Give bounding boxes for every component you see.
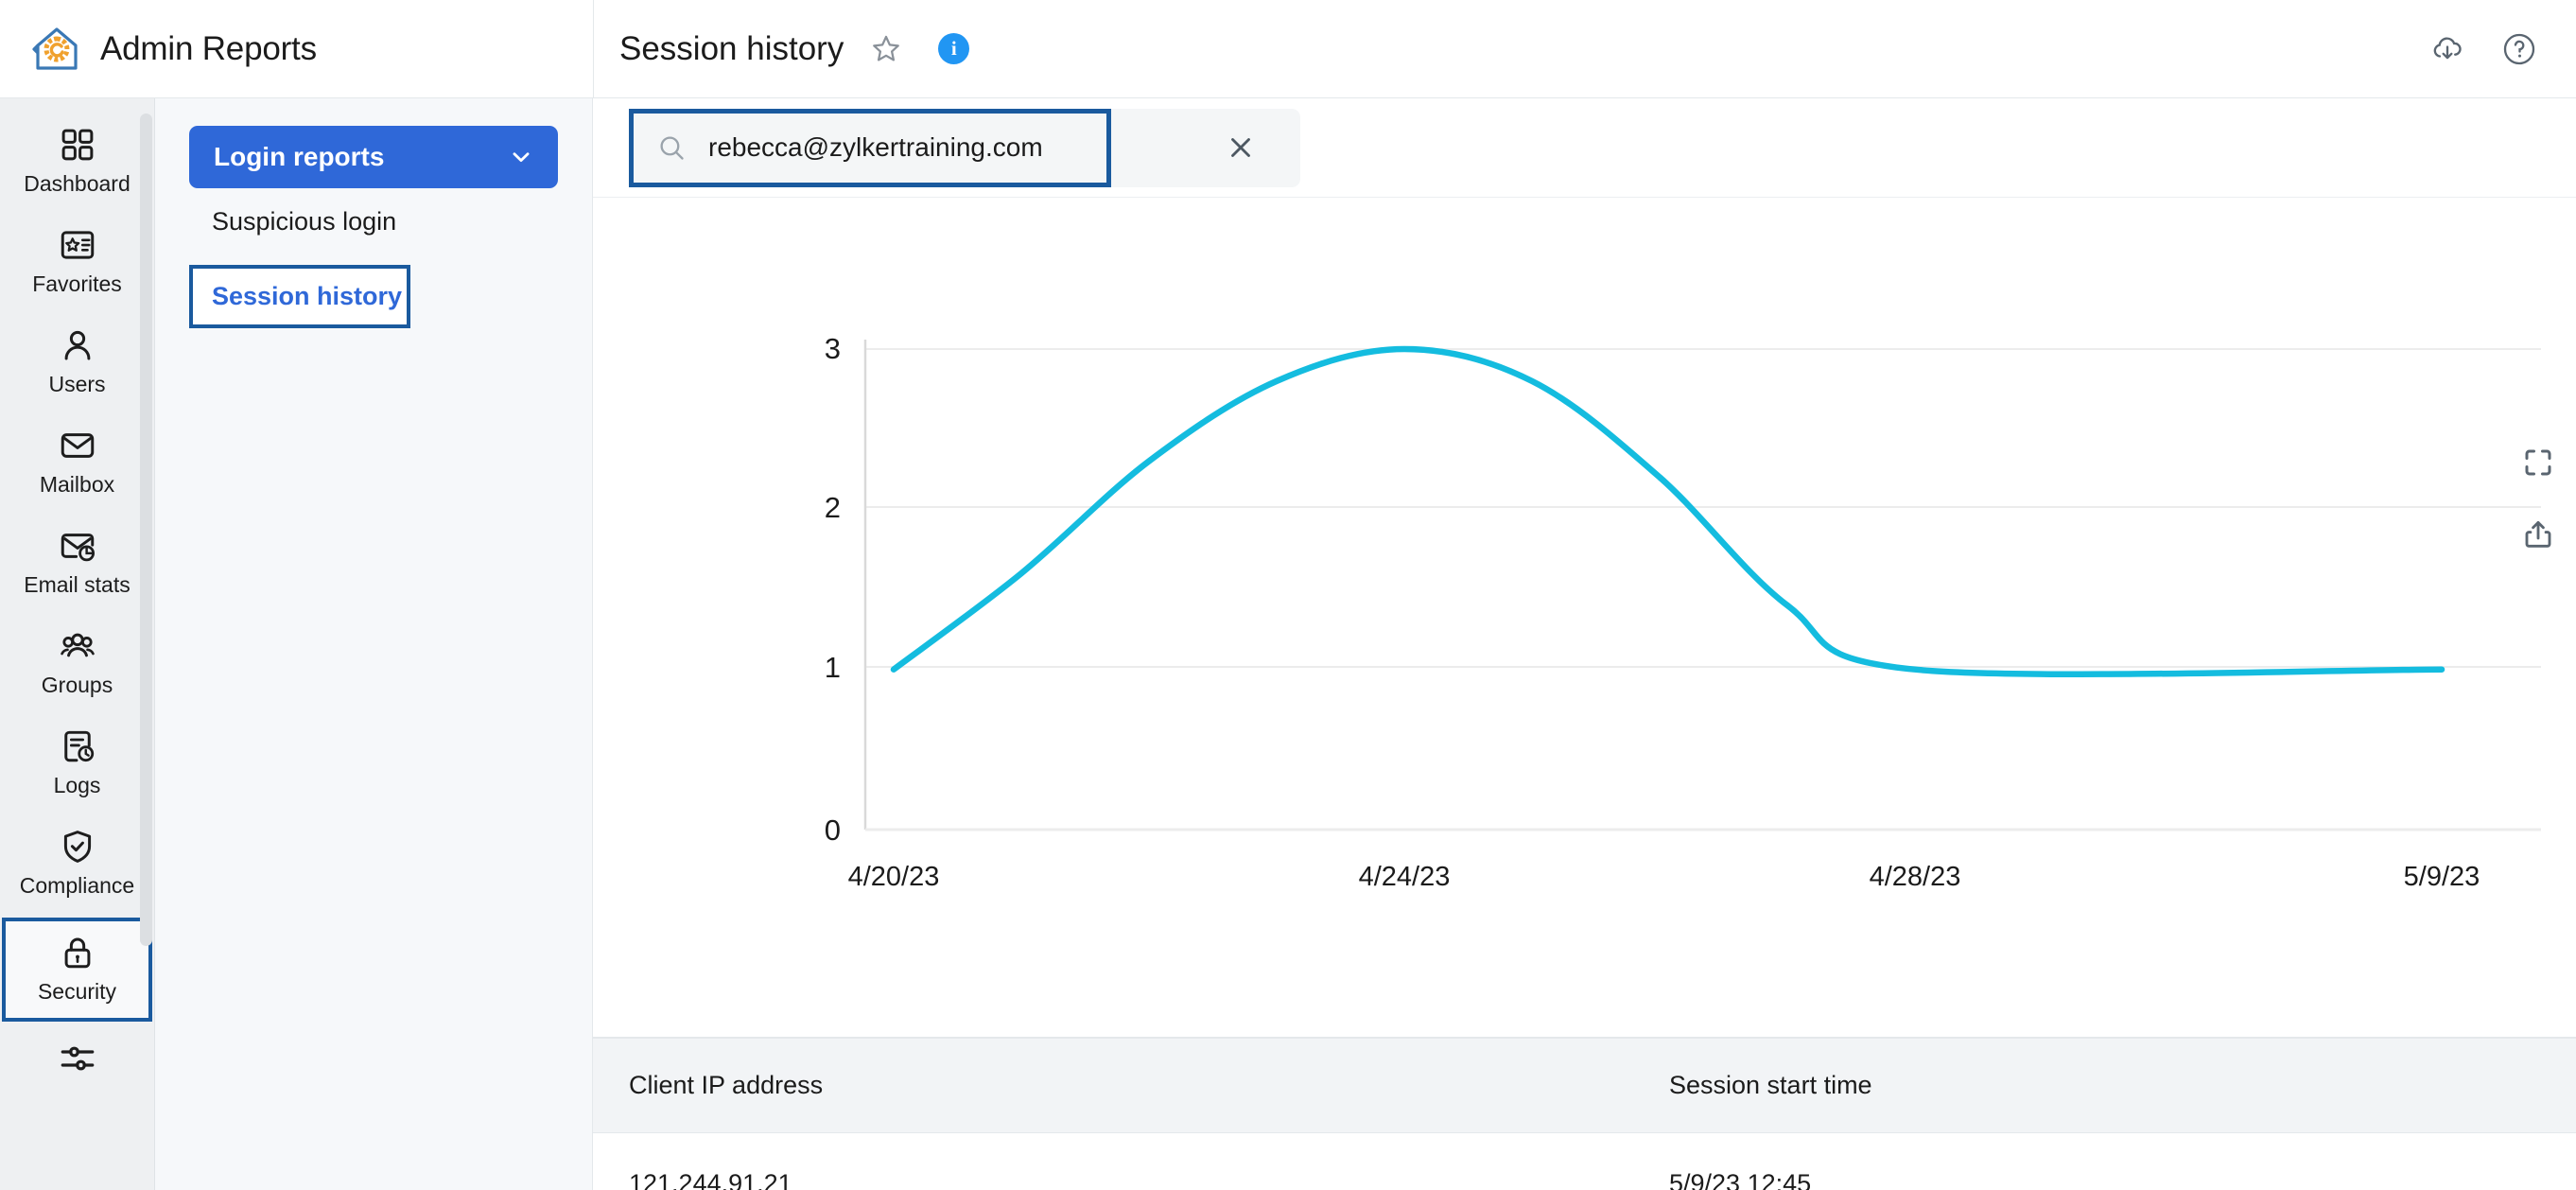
shield-check-icon [58, 827, 97, 866]
star-icon[interactable] [870, 33, 902, 65]
column-header-session-start: Session start time [1633, 1038, 2576, 1133]
login-reports-dropdown[interactable]: Login reports [189, 126, 558, 188]
page-title: Session history [619, 29, 844, 67]
column-header-client-ip: Client IP address [593, 1038, 1633, 1133]
sidebar-item-label: Mailbox [39, 472, 115, 497]
sessions-table: Client IP address Session start time 121… [593, 1038, 2576, 1190]
sidebar-item-favorites[interactable]: Favorites [0, 212, 154, 312]
sidebar-item-logs[interactable]: Logs [0, 713, 154, 814]
sidebar-item-label: Compliance [19, 873, 135, 898]
secondary-nav: Login reports Suspicious login Session h… [155, 98, 593, 1190]
sidebar-item-label: Users [48, 372, 106, 396]
main-content: rebecca@zylkertraining.com 3 2 1 0 4/20/… [593, 98, 2576, 1190]
dropdown-label: Login reports [214, 142, 385, 171]
sidebar-item-users[interactable]: Users [0, 312, 154, 412]
sidebar-item-label: Logs [53, 773, 101, 797]
sidebar-item-label: Groups [41, 673, 113, 697]
search-icon [656, 132, 688, 164]
chevron-down-icon [509, 145, 533, 169]
sidebar-item-label: Security [37, 979, 117, 1004]
sliders-icon [58, 1039, 97, 1078]
grid-icon [58, 125, 97, 165]
left-rail: Dashboard Favorites Users Mailbox Email … [0, 98, 155, 1190]
table-row[interactable]: 121.244.91.21 5/9/23 12:45 [593, 1132, 2576, 1190]
cell-client-ip: 121.244.91.21 [593, 1132, 1633, 1190]
left-rail-items: Dashboard Favorites Users Mailbox Email … [0, 98, 154, 1100]
y-tick-label: 1 [825, 651, 841, 684]
info-icon[interactable]: i [938, 33, 970, 64]
sidebar-item-dashboard[interactable]: Dashboard [0, 112, 154, 212]
y-tick-label: 0 [825, 814, 841, 847]
cell-session-start: 5/9/23 12:45 [1633, 1132, 2576, 1190]
subnav-item-label: Session history [212, 282, 403, 310]
envelope-chart-icon [58, 526, 97, 566]
sidebar-item-email-stats[interactable]: Email stats [0, 513, 154, 613]
subnav-item-suspicious-login[interactable]: Suspicious login [189, 188, 558, 255]
sidebar-item-label: Email stats [24, 572, 131, 597]
cloud-download-icon[interactable] [2428, 30, 2466, 68]
x-tick-label: 4/24/23 [1359, 862, 1451, 892]
envelope-icon [58, 426, 97, 465]
chart-canvas: 3 2 1 0 4/20/23 4/24/23 4/28/23 5/9/23 [825, 332, 2541, 892]
x-tick-label: 4/28/23 [1870, 862, 1961, 892]
subnav-item-label: Suspicious login [212, 207, 397, 236]
search-row: rebecca@zylkertraining.com [593, 98, 2576, 198]
session-history-chart: 3 2 1 0 4/20/23 4/24/23 4/28/23 5/9/23 [593, 198, 2576, 1038]
star-list-icon [58, 225, 97, 265]
chart-tool-buttons [2521, 446, 2555, 551]
table-header-row: Client IP address Session start time [593, 1038, 2576, 1133]
lock-icon [58, 933, 97, 972]
sidebar-scrollbar[interactable] [140, 114, 152, 946]
sidebar-item-security[interactable]: Security [2, 918, 152, 1022]
log-clock-icon [58, 726, 97, 766]
share-export-icon[interactable] [2521, 517, 2555, 551]
sidebar-item-compliance[interactable]: Compliance [0, 814, 154, 914]
y-tick-label: 3 [825, 332, 841, 365]
sidebar-item-mailbox[interactable]: Mailbox [0, 412, 154, 513]
y-tick-label: 2 [825, 491, 841, 524]
brand-bar: Admin Reports [0, 0, 593, 98]
brand-title: Admin Reports [100, 29, 317, 67]
sidebar-item-settings[interactable] [0, 1025, 154, 1100]
x-tick-label: 5/9/23 [2404, 862, 2480, 892]
user-icon [58, 325, 97, 365]
sidebar-item-label: Favorites [32, 271, 122, 296]
subnav-item-session-history[interactable]: Session history [189, 265, 410, 328]
sidebar-item-label: Dashboard [24, 171, 131, 196]
search-input[interactable]: rebecca@zylkertraining.com [629, 108, 1111, 187]
expand-icon[interactable] [2521, 446, 2555, 480]
close-icon[interactable] [1225, 131, 1257, 164]
table-body: 121.244.91.21 5/9/23 12:45 139.167.79.12… [593, 1132, 2576, 1190]
table-head: Client IP address Session start time [593, 1038, 2576, 1133]
chart-line-series [890, 345, 2445, 677]
home-gear-icon [32, 25, 81, 74]
app-window: Admin Reports Session history i Dashboar… [0, 0, 2576, 1190]
search-container: rebecca@zylkertraining.com [629, 108, 1300, 187]
search-input-value: rebecca@zylkertraining.com [708, 132, 1043, 162]
sidebar-item-groups[interactable]: Groups [0, 613, 154, 713]
group-icon [58, 626, 97, 666]
x-tick-label: 4/20/23 [848, 862, 940, 892]
top-bar: Session history i [593, 0, 2576, 98]
help-circle-icon[interactable] [2500, 30, 2538, 68]
